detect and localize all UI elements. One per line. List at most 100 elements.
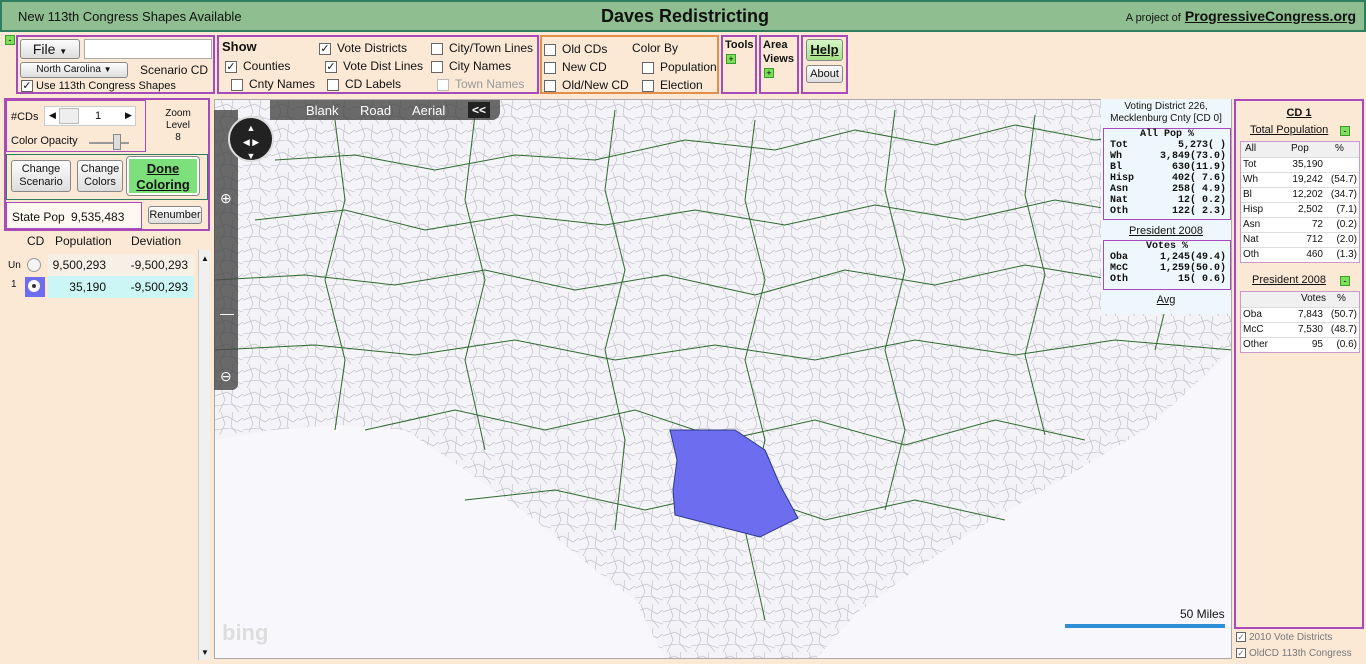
help-button[interactable]: Help bbox=[806, 39, 843, 61]
arrow-left-icon[interactable]: ◀ bbox=[49, 110, 56, 121]
cell: Oba bbox=[1243, 309, 1262, 320]
table-row: Hisp 402( 7.6) bbox=[1104, 173, 1230, 184]
left-control-panel: #CDs ◀ 1 ▶ Color Opacity Zoom Level 8 Chan… bbox=[4, 98, 210, 231]
row-value: 258( 4.9) bbox=[1171, 184, 1226, 195]
row-label: McC bbox=[1110, 263, 1129, 274]
done-coloring-button[interactable]: Done Coloring bbox=[126, 156, 200, 196]
population-checkbox[interactable]: Population bbox=[642, 60, 717, 74]
col-cd-header: CD bbox=[27, 234, 45, 248]
expand-tools-icon[interactable]: + bbox=[726, 54, 736, 64]
cell: Tot bbox=[1243, 159, 1257, 170]
state-pop-value: 9,535,483 bbox=[71, 210, 125, 224]
about-button[interactable]: About bbox=[806, 65, 843, 83]
collapse-president-icon[interactable]: - bbox=[1340, 276, 1350, 286]
row-value: 12( 0.2) bbox=[1177, 195, 1226, 206]
row-label: Oth bbox=[1110, 274, 1129, 285]
district-color-swatch[interactable] bbox=[25, 277, 45, 297]
old-new-cd-checkbox[interactable]: Old/New CD bbox=[544, 78, 629, 92]
tab-aerial[interactable]: Aerial bbox=[412, 103, 445, 118]
expand-area-views-icon[interactable]: + bbox=[764, 68, 774, 78]
cell: (50.7) bbox=[1330, 309, 1357, 320]
town-names-checkbox[interactable]: Town Names bbox=[437, 77, 524, 91]
row-value: 402( 7.6) bbox=[1171, 173, 1226, 184]
change-scenario-button[interactable]: Change Scenario bbox=[11, 160, 71, 192]
cell: Other bbox=[1243, 339, 1269, 350]
cd-labels-checkbox[interactable]: CD Labels bbox=[327, 77, 401, 91]
state-select[interactable]: North Carolina ▼ bbox=[20, 62, 128, 78]
opacity-slider[interactable] bbox=[89, 142, 129, 144]
cell: Asn bbox=[1243, 219, 1261, 230]
zoom-level: Zoom Level 8 bbox=[165, 108, 191, 143]
file-menu-button[interactable]: File ▼ bbox=[20, 39, 80, 59]
cd-population-table: All Pop% Tot 35,190 Wh 19,242 (54.7) Bl 12,202(… bbox=[1240, 141, 1360, 263]
num-cds-label: #CDs bbox=[11, 111, 39, 123]
tab-road[interactable]: Road bbox=[360, 103, 391, 118]
renumber-button[interactable]: Renumber bbox=[148, 206, 202, 224]
arrow-right-icon[interactable]: ▶ bbox=[125, 110, 132, 121]
vd-president-2008-link[interactable]: President 2008 bbox=[1101, 225, 1231, 237]
table-row: Bl 630(11.9) bbox=[1104, 162, 1230, 173]
use-113th-checkbox[interactable]: ✓ Use 113th Congress Shapes bbox=[21, 80, 176, 93]
district-color-radio[interactable] bbox=[27, 258, 41, 272]
row-value: 122( 2.3) bbox=[1171, 206, 1226, 217]
row-label: Nat bbox=[1110, 195, 1129, 206]
vote-districts-checkbox[interactable]: ✓ Vote Districts bbox=[319, 41, 407, 55]
new-cd-checkbox[interactable]: New CD bbox=[544, 60, 607, 74]
scrollbar[interactable]: ▲ ▼ bbox=[198, 250, 210, 660]
counties-checkbox[interactable]: ✓ Counties bbox=[225, 59, 290, 73]
vote-districts-2010-checkbox[interactable]: ✓ 2010 Vote Districts bbox=[1236, 632, 1332, 643]
zoom-in-icon[interactable]: ⊕ bbox=[220, 190, 232, 207]
table-row[interactable]: 1 35,190 -9,500,293 bbox=[0, 276, 196, 298]
cnty-names-checkbox[interactable]: Cnty Names bbox=[231, 77, 315, 91]
stepper-thumb[interactable] bbox=[59, 108, 79, 124]
collapse-map-bar-button[interactable]: << bbox=[468, 102, 490, 118]
district-map[interactable] bbox=[215, 100, 1232, 659]
cell: (54.7) bbox=[1330, 174, 1357, 185]
scale-label: 50 Miles bbox=[1180, 607, 1225, 621]
opacity-slider-thumb[interactable] bbox=[113, 134, 121, 150]
cd-president-2008-link[interactable]: President 2008 bbox=[1252, 274, 1326, 286]
cell: (0.2) bbox=[1336, 219, 1357, 230]
collapse-population-icon[interactable]: - bbox=[1340, 126, 1350, 136]
election-checkbox[interactable]: Election bbox=[642, 78, 703, 92]
cell: 19,242 bbox=[1292, 174, 1323, 185]
table-row: Oba 7,843 (50.7) bbox=[1241, 307, 1359, 322]
chevron-down-icon: ▼ bbox=[59, 47, 68, 56]
vote-dist-lines-checkbox[interactable]: ✓ Vote Dist Lines bbox=[325, 59, 423, 73]
cell: 35,190 bbox=[1292, 159, 1323, 170]
tab-blank[interactable]: Blank bbox=[306, 103, 339, 118]
city-town-lines-checkbox[interactable]: City/Town Lines bbox=[431, 41, 533, 55]
voting-district-info: Voting District 226, Mecklenburg Cnty [C… bbox=[1101, 99, 1231, 314]
cd-title: CD 1 bbox=[1286, 107, 1312, 119]
cell: (2.0) bbox=[1336, 234, 1357, 245]
table-row[interactable]: Un 9,500,293 -9,500,293 bbox=[0, 254, 196, 276]
map-style-bar: Blank Road Aerial << bbox=[270, 100, 500, 120]
cell: McC bbox=[1243, 324, 1264, 335]
row-value: 3,849(73.0) bbox=[1159, 151, 1226, 162]
map-canvas[interactable] bbox=[214, 99, 1232, 659]
zoom-out-icon[interactable]: ⊖ bbox=[220, 368, 232, 385]
oldcd-113th-checkbox[interactable]: ✓ OldCD 113th Congress bbox=[1236, 648, 1352, 659]
cell: 72 bbox=[1311, 219, 1323, 230]
row-label: Bl bbox=[1110, 162, 1123, 173]
vd-avg-link[interactable]: Avg bbox=[1101, 294, 1231, 306]
num-cds-stepper[interactable]: ◀ 1 ▶ bbox=[44, 106, 136, 126]
zoom-level-marker[interactable]: — bbox=[220, 305, 234, 321]
progressive-congress-link[interactable]: ProgressiveCongress.org bbox=[1185, 8, 1356, 24]
row-label: Asn bbox=[1110, 184, 1129, 195]
check-icon: ✓ bbox=[1236, 632, 1246, 643]
table-row: Oth 15( 0.6) bbox=[1104, 274, 1230, 285]
collapse-toolbar-button[interactable]: - bbox=[5, 35, 15, 45]
arrow-down-icon[interactable]: ▼ bbox=[201, 648, 209, 657]
vd-population-table: All Pop % Tot 5,273( ) Wh 3,849(73.0) Bl 630(… bbox=[1103, 128, 1231, 220]
arrow-up-icon[interactable]: ▲ bbox=[201, 254, 209, 263]
old-cds-checkbox[interactable]: Old CDs bbox=[544, 42, 607, 56]
pan-compass[interactable]: ▲ ◀ ▶ ▼ bbox=[228, 116, 274, 162]
total-population-link[interactable]: Total Population bbox=[1250, 124, 1328, 136]
filename-input[interactable] bbox=[84, 39, 212, 59]
change-colors-button[interactable]: Change Colors bbox=[77, 160, 123, 192]
tools-label: Tools bbox=[725, 39, 754, 51]
row-value: 1,245(49.4) bbox=[1159, 252, 1226, 263]
city-names-checkbox[interactable]: City Names bbox=[431, 59, 511, 73]
table-row: Asn 258( 4.9) bbox=[1104, 184, 1230, 195]
